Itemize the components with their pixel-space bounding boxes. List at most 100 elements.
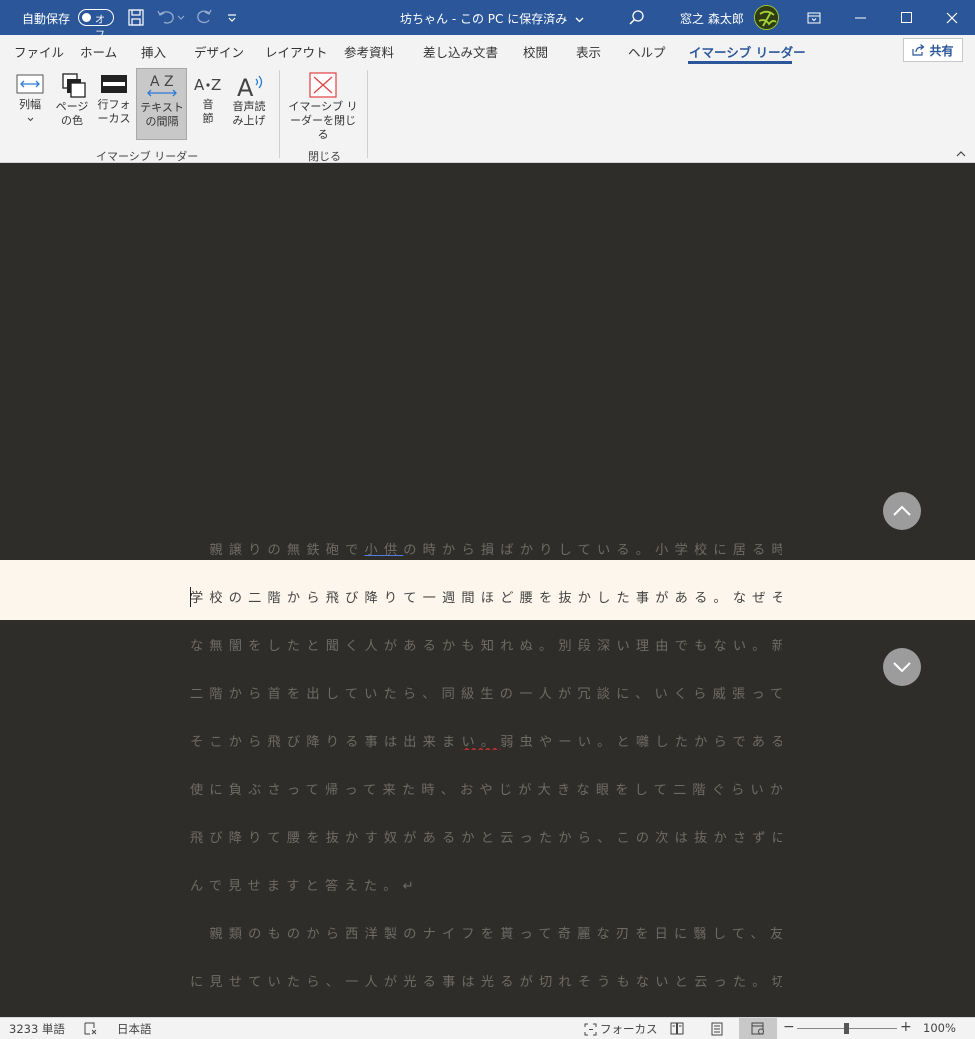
chevron-up-icon (893, 505, 911, 516)
text-line: な無闇をしたと聞く人があるかも知れぬ。別段深い理由でもない。新築の (190, 639, 782, 654)
close-button[interactable] (929, 0, 975, 35)
focus-label: フォーカス (600, 1022, 658, 1036)
close-icon (946, 12, 958, 23)
undo-icon[interactable] (156, 8, 186, 26)
maximize-icon (900, 12, 912, 23)
tab-help[interactable]: ヘルプ (628, 42, 666, 61)
text-line: 親譲りの無鉄砲で小供の時から損ばかりしている。小学校に居る時分 (190, 543, 782, 558)
syllables-icon: A Z (194, 76, 221, 94)
syllables-button[interactable]: A Z 音節 (190, 68, 226, 140)
web-layout-button[interactable] (739, 1018, 777, 1039)
autosave-toggle[interactable]: オフ (78, 9, 114, 41)
column-width-icon (16, 74, 44, 94)
share-button[interactable]: 共有 (903, 38, 963, 62)
redo-icon[interactable] (195, 8, 213, 26)
share-icon (912, 44, 925, 56)
scroll-up-button[interactable] (883, 492, 921, 530)
page-color-label: ページの色 (55, 100, 89, 127)
svg-text:A: A (237, 74, 254, 98)
syllables-label: 音節 (202, 98, 214, 125)
tab-insert[interactable]: 挿入 (141, 42, 166, 61)
text-line: 親類のものから西洋製のナイフを貰って奇麗な刃を日に翳して、友達 (190, 927, 782, 942)
tab-mailings[interactable]: 差し込み文書 (423, 42, 498, 61)
tab-home[interactable]: ホーム (80, 42, 117, 61)
text-spacing-button[interactable]: A Z テキストの間隔 (136, 68, 187, 140)
read-mode-icon[interactable] (670, 1022, 684, 1035)
zoom-slider[interactable] (797, 1023, 897, 1034)
chevron-down-icon (27, 117, 33, 122)
text-spacing-label: テキストの間隔 (140, 101, 184, 128)
proofing-icon[interactable] (84, 1022, 98, 1035)
collapse-ribbon-icon[interactable] (955, 149, 967, 159)
column-width-label: 列幅 (19, 98, 41, 111)
svg-text:A: A (150, 74, 160, 90)
svg-text:Z: Z (211, 76, 221, 94)
close-reader-label: イマーシブ リーダーを閉じる (288, 100, 358, 141)
title-bar: 自動保存 オフ 坊ちゃん - この PC に保存済み (0, 0, 975, 41)
line-focus-button[interactable]: 行フォーカス (93, 68, 135, 140)
avatar[interactable] (754, 5, 779, 30)
customize-toolbar-icon[interactable] (226, 8, 238, 26)
column-width-button[interactable]: 列幅 (8, 68, 52, 140)
zoom-slider-thumb[interactable] (844, 1023, 849, 1034)
avatar-image (755, 6, 778, 29)
line-focus-label: 行フォーカス (97, 98, 131, 125)
focus-icon (584, 1023, 597, 1035)
print-layout-icon[interactable] (711, 1022, 723, 1036)
tab-design[interactable]: デザイン (194, 42, 244, 61)
word-count[interactable]: 3233 単語 (9, 1021, 65, 1037)
ribbon-tabs: ファイル ホーム 挿入 デザイン レイアウト 参考資料 差し込み文書 校閲 表示… (0, 35, 975, 65)
document-title[interactable]: 坊ちゃん - この PC に保存済み (400, 10, 584, 27)
tab-review[interactable]: 校閲 (523, 42, 548, 61)
text-line: んで見せますと答えた。↵ (190, 879, 420, 894)
tab-references[interactable]: 参考資料 (344, 42, 394, 61)
document-title-text: 坊ちゃん - この PC に保存済み (400, 12, 568, 26)
svg-text:Z: Z (164, 74, 174, 90)
close-immersive-reader-button[interactable]: イマーシブ リーダーを閉じる (285, 68, 361, 141)
read-aloud-label: 音声読み上げ (232, 100, 266, 127)
tab-layout[interactable]: レイアウト (265, 42, 328, 61)
focus-mode-button[interactable]: フォーカス (584, 1021, 658, 1037)
group-label-immersive-reader: イマーシブ リーダー (96, 150, 199, 163)
chevron-down-icon (575, 17, 584, 23)
save-icon[interactable] (128, 9, 144, 26)
page-color-button[interactable]: ページの色 (52, 68, 92, 140)
text-line: に見せていたら、一人が光る事は光るが切れそうもないと云った。切れぬ (190, 975, 782, 990)
share-label: 共有 (929, 43, 954, 58)
status-bar: 3233 単語 日本語 フォーカス − + 100% (0, 1017, 975, 1039)
group-separator (367, 70, 368, 158)
text-line: 飛び降りて腰を抜かす奴があるかと云ったから、この次は抜かさずに飛 (190, 831, 782, 846)
spelling-mark[interactable]: い。 (461, 735, 500, 750)
text-line: そこから飛び降りる事は出来まい。弱虫やーい。と囃したからである。小 (190, 735, 782, 750)
text-line: 二階から首を出していたら、同級生の一人が冗談に、いくら威張っても、 (190, 687, 782, 702)
active-tab-indicator (688, 61, 792, 64)
document-area[interactable]: 親譲りの無鉄砲で小供の時から損ばかりしている。小学校に居る時分 学校の二階から飛… (0, 163, 975, 1017)
minimize-button[interactable] (837, 0, 883, 35)
read-aloud-button[interactable]: A 音声読み上げ (229, 68, 271, 140)
tab-immersive-reader[interactable]: イマーシブ リーダー (689, 42, 806, 61)
ribbon-display-options-button[interactable] (791, 0, 837, 35)
user-name[interactable]: 窓之 森太郎 (680, 10, 744, 27)
text-cursor (190, 587, 191, 607)
tab-view[interactable]: 表示 (576, 42, 601, 61)
tab-file[interactable]: ファイル (14, 42, 64, 61)
zoom-out-button[interactable]: − (783, 1019, 795, 1035)
text-line: 使に負ぶさって帰って来た時、おやじが大きな眼をして二階ぐらいから (190, 783, 782, 798)
search-icon[interactable] (628, 9, 646, 27)
zoom-in-button[interactable]: + (900, 1019, 912, 1035)
line-focus-icon (101, 75, 127, 93)
grammar-mark[interactable]: 小供 (365, 543, 404, 558)
language[interactable]: 日本語 (117, 1021, 152, 1037)
scroll-down-button[interactable] (883, 648, 921, 686)
text-spacing-icon: A Z (146, 74, 177, 97)
page-color-icon (62, 73, 86, 98)
ribbon: 列幅 ページの色 行フォーカス A Z テキストの間隔 A Z 音節 A 音声読… (0, 65, 975, 163)
word-window: 自動保存 オフ 坊ちゃん - この PC に保存済み (0, 0, 975, 1039)
text-line-focused: 学校の二階から飛び降りて一週間ほど腰を抜かした事がある。なぜそん (190, 591, 782, 606)
toggle-knob (82, 13, 91, 22)
maximize-button[interactable] (883, 0, 929, 35)
svg-text:A: A (194, 76, 205, 94)
zoom-level[interactable]: 100% (923, 1021, 956, 1035)
web-layout-icon (751, 1022, 764, 1035)
read-aloud-icon: A (237, 74, 263, 98)
